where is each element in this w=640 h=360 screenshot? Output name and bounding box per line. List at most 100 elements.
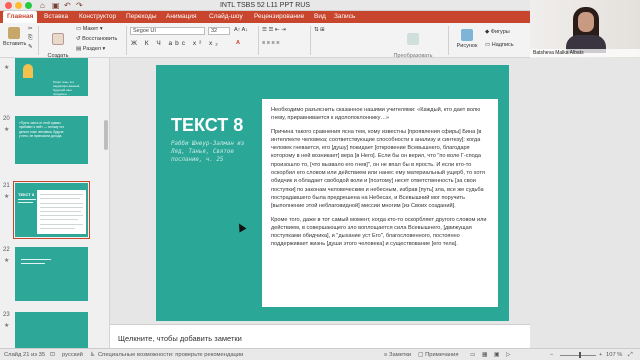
slide-canvas: ТЕКСТ 8 Рабби Шнеур-Залман из Ляд, Танья… (110, 58, 530, 324)
cut-icon[interactable]: ✂ (28, 26, 33, 33)
thumbnail-number: 23 (3, 312, 10, 318)
thumbnail-text-line (40, 215, 83, 216)
accessibility-icon[interactable]: ♿ (90, 351, 95, 359)
notes-pane[interactable]: Щелкните, чтобы добавить заметки (110, 324, 530, 348)
thumbnail-text-line (40, 207, 83, 208)
participant-name: Batsheva Malka Albats (530, 49, 640, 57)
thumbnail-19[interactable]: Пиши тень, это задрапиро-ванный, будущий… (15, 58, 88, 96)
tab-home[interactable]: Главная (3, 11, 38, 23)
status-bar: Слайд 21 из 35 ⊡ русский ♿ Специальные в… (0, 348, 640, 360)
reset-button[interactable]: ↺ Восстановить (76, 36, 117, 43)
thumbnail-text-line (21, 259, 51, 260)
thumbnail-text-line (40, 198, 80, 199)
tab-review[interactable]: Рецензирование (250, 11, 308, 23)
font-name-select[interactable]: Segoe UI (130, 27, 205, 35)
accessibility-status[interactable]: Специальные возможности: проверьте реком… (98, 351, 243, 359)
smartart-icon (407, 33, 419, 45)
thumbnails-scrollbar[interactable] (104, 120, 108, 150)
comments-toggle-button[interactable]: ▢ Примечания (418, 351, 459, 359)
thumbnail-text-line (40, 194, 83, 195)
thumbnail-text-line (18, 202, 33, 203)
star-icon: ★ (4, 127, 10, 133)
slide-thumbnails-pane[interactable]: ★ Пиши тень, это задрапиро-ванный, будущ… (0, 58, 110, 348)
figure-illustration (23, 64, 33, 78)
new-slide-icon (52, 33, 64, 45)
format-buttons[interactable]: Ж К Ч abc x² x₂ (131, 40, 221, 47)
picture-icon (461, 29, 473, 41)
slide-paragraph: Кроме того, даже в тот самый момент, ког… (271, 216, 487, 248)
ribbon-tabbar: Главная Вставка Конструктор Переходы Ани… (0, 11, 530, 23)
bullets-icon[interactable]: ☰ ☰ ⇤ ⇥ (262, 27, 286, 34)
ribbon-divider (310, 26, 311, 55)
tab-animations[interactable]: Анимация (162, 11, 201, 23)
thumbnail-caption: ТЕКСТ 8 (18, 192, 35, 197)
notes-placeholder: Щелкните, чтобы добавить заметки (118, 334, 242, 343)
thumbnail-text-line (40, 228, 75, 229)
star-icon: ★ (4, 323, 10, 329)
tab-view[interactable]: Вид (310, 11, 330, 23)
participant-video: Batsheva Malka Albats (530, 0, 640, 58)
thumbnail-20[interactable]: «Пусть часть от этой суммы прибавит к не… (15, 116, 88, 164)
thumbnail-text-line (40, 224, 83, 225)
slide-title[interactable]: ТЕКСТ 8 (171, 115, 243, 136)
thumbnail-text-line (40, 219, 78, 220)
slide-subtitle[interactable]: Рабби Шнеур-Залман из Ляд, Танья, Святое… (171, 140, 251, 164)
title-bar: ⌂ ▣ ↶ ↷ INTL TSBS 52 L11 PPT RUS (0, 0, 530, 11)
tab-transitions[interactable]: Переходы (122, 11, 161, 23)
current-slide[interactable]: ТЕКСТ 8 Рабби Шнеур-Залман из Ляд, Танья… (156, 65, 509, 321)
thumbnail-21[interactable]: ТЕКСТ 8 (13, 181, 90, 239)
format-painter-icon[interactable]: ✎ (28, 44, 33, 51)
zoom-level[interactable]: 107 % (606, 351, 622, 359)
language-indicator[interactable]: русский (62, 351, 83, 359)
copy-icon[interactable]: ⎘ (28, 35, 32, 42)
font-size-select[interactable]: 32 (208, 27, 230, 35)
tab-record[interactable]: Запись (330, 11, 359, 23)
grow-font-icon[interactable]: A↑ A↓ (234, 27, 248, 34)
picture-button[interactable]: Рисунок (453, 29, 481, 49)
thumbnail-number: 20 (3, 116, 10, 122)
zoom-out-button[interactable]: − (550, 351, 553, 359)
clipboard-icon (8, 27, 20, 39)
thumbnail-text-line (40, 203, 83, 204)
ribbon-toolbar: Вставить ✂ ⎘ ✎ Создать слайд ▭ Макет ▾ ↺… (0, 23, 530, 65)
window-title: INTL TSBS 52 L11 PPT RUS (219, 2, 310, 9)
ribbon-divider (38, 26, 39, 55)
normal-view-icon[interactable]: ▭ (470, 351, 475, 359)
thumbnail-number: 22 (3, 247, 10, 253)
section-button[interactable]: ▤ Раздел ▾ (76, 46, 105, 53)
slide-text-box[interactable]: Необходимо разъяснить сказанное нашими у… (262, 99, 498, 307)
star-icon: ★ (4, 194, 10, 200)
notes-toggle-button[interactable]: ≡ Заметки (384, 351, 411, 359)
ribbon-divider (258, 26, 259, 55)
reading-view-icon[interactable]: ▣ (494, 351, 499, 359)
slide-paragraph: Причина такого сравнения ясна тем, кому … (271, 128, 485, 210)
spellcheck-icon[interactable]: ⊡ (50, 351, 55, 359)
thumbnail-caption: Пиши тень, это задрапиро-ванный, будущий… (53, 80, 80, 96)
participant-face (578, 12, 594, 32)
zoom-in-button[interactable]: + (599, 351, 602, 359)
text-direction-icon[interactable]: ⇅ ⊞ (314, 27, 325, 34)
sorter-view-icon[interactable]: ▦ (482, 351, 487, 359)
thumbnail-22[interactable] (15, 247, 88, 301)
video-panel-empty (530, 58, 640, 360)
align-icons[interactable]: ≡ ≡ ≡ ≡ (262, 40, 279, 47)
slide-paragraph: Необходимо разъяснить сказанное нашими у… (271, 107, 481, 122)
zoom-slider[interactable] (560, 355, 596, 356)
thumbnail-textbox (37, 190, 86, 234)
thumbnail-text-line (18, 199, 36, 200)
star-icon: ★ (4, 65, 10, 71)
thumbnail-23[interactable] (15, 312, 88, 348)
tab-insert[interactable]: Вставка (40, 11, 72, 23)
font-color-icon[interactable]: A (236, 40, 240, 47)
tab-design[interactable]: Конструктор (75, 11, 120, 23)
layout-button[interactable]: ▭ Макет ▾ (76, 26, 103, 33)
paste-button[interactable]: Вставить (3, 27, 26, 47)
shapes-button[interactable]: ◆ Фигуры (485, 29, 510, 36)
thumbnail-number: 21 (3, 183, 10, 189)
tab-slideshow[interactable]: Слайд-шоу (205, 11, 247, 23)
slideshow-view-icon[interactable]: ▷ (506, 351, 510, 359)
zoom-slider-knob[interactable] (579, 352, 581, 358)
textbox-button[interactable]: ▭ Надпись (485, 42, 514, 49)
fit-slide-icon[interactable]: ⤢ (628, 351, 633, 359)
ribbon-divider (448, 26, 449, 55)
